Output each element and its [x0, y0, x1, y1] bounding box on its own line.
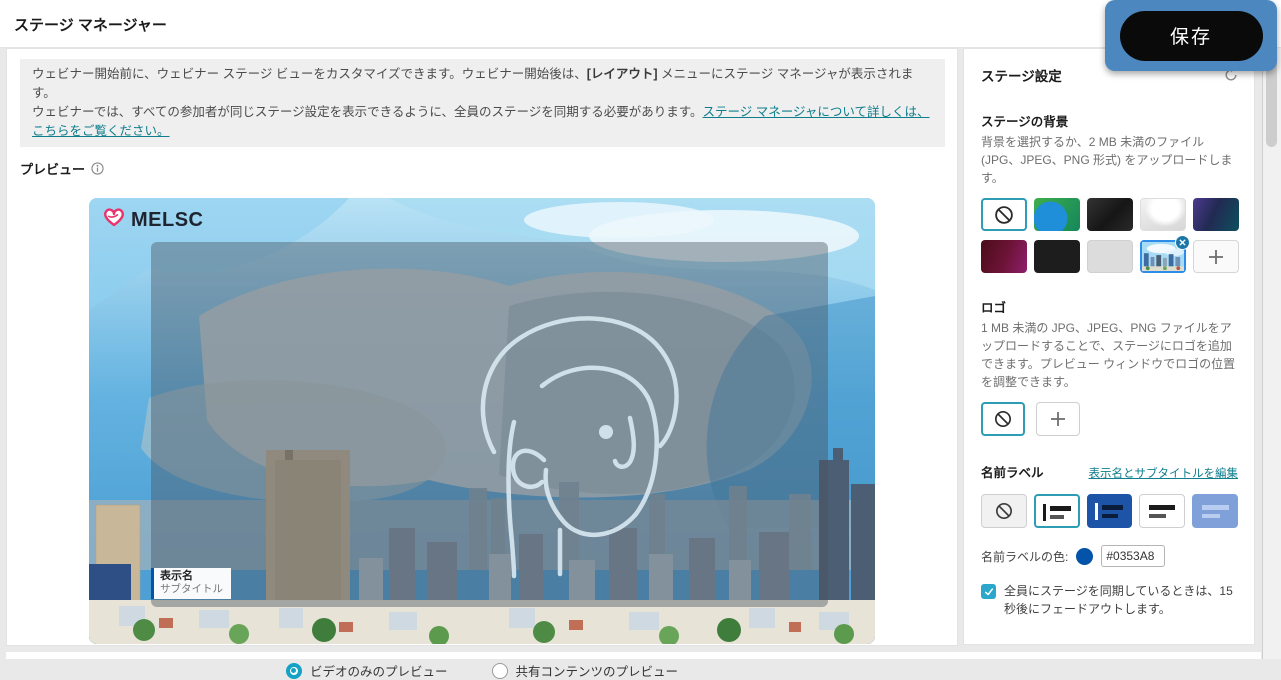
avatar-face-outline-icon [456, 294, 696, 584]
radio-video-only[interactable]: ビデオのみのプレビュー [286, 661, 448, 680]
none-icon [993, 204, 1015, 226]
background-description: 背景を選択するか、2 MB 未満のファイル (JPG、JPEG、PNG 形式) … [981, 133, 1238, 187]
display-name-text: 表示名 [160, 570, 223, 584]
plus-icon [1207, 248, 1225, 266]
name-label-heading: 名前ラベル [981, 462, 1044, 481]
subtitle-text: サブタイトル [160, 583, 223, 596]
name-label-styles [981, 494, 1238, 528]
banner-line-1: ウェビナー開始前に、ウェビナー ステージ ビューをカスタマイズできます。ウェビナ… [32, 65, 933, 103]
label-style-plain-bars[interactable] [1139, 494, 1185, 528]
vertical-scrollbar[interactable] [1262, 0, 1281, 659]
logo-options [981, 402, 1238, 436]
label-style-light-blue-filled[interactable] [1192, 494, 1238, 528]
close-icon [1179, 239, 1186, 246]
stage-manager-page: ステージ マネージャー 保存 ウェビナー開始前に、ウェビナー ステージ ビューを… [0, 0, 1281, 659]
label-style-light-left-bar-selected[interactable] [1034, 494, 1080, 528]
background-thumb-green-blue-gradient[interactable] [1034, 198, 1080, 231]
logo-none-button[interactable] [981, 402, 1025, 436]
remove-background-badge[interactable] [1175, 235, 1190, 250]
logo-upload-button[interactable] [1036, 402, 1080, 436]
save-button-highlight: 保存 [1105, 0, 1277, 71]
background-thumb-light-gray[interactable] [1087, 240, 1133, 273]
sync-checkbox-text: 全員にステージを同期しているときは、15 秒後にフェードアウトします。 [1004, 582, 1234, 618]
top-bar: ステージ マネージャー [0, 0, 1281, 48]
video-placeholder-area[interactable]: 表示名 サブタイトル [151, 242, 828, 607]
background-thumb-light-silk[interactable] [1140, 198, 1186, 231]
none-icon [993, 409, 1013, 429]
banner-line-2: ウェビナーでは、すべての参加者が同じステージ設定を表示できるように、全員のステー… [32, 103, 933, 141]
name-label-color-input[interactable] [1101, 545, 1165, 567]
label-style-none[interactable] [981, 494, 1027, 528]
preview-name-label[interactable]: 表示名 サブタイトル [151, 568, 231, 599]
name-label-header: 名前ラベル 表示名とサブタイトルを編集 [981, 462, 1238, 481]
radio-shared-content[interactable]: 共有コンテンツのプレビュー [492, 661, 679, 680]
stage-manager-main-card: ウェビナー開始前に、ウェビナー ステージ ビューをカスタマイズできます。ウェビナ… [6, 48, 958, 646]
info-icon[interactable] [91, 162, 104, 175]
background-thumb-city-photo-selected[interactable] [1140, 240, 1186, 273]
logo-heading: ロゴ [981, 297, 1238, 316]
label-style-blue-filled[interactable] [1087, 494, 1133, 528]
check-icon [984, 587, 994, 597]
plus-icon [1049, 410, 1067, 428]
background-upload-button[interactable] [1193, 240, 1239, 273]
preview-mode-radios: ビデオのみのプレビュー 共有コンテンツのプレビュー [7, 661, 957, 680]
panel-title: ステージ設定 [981, 65, 1062, 85]
background-thumbnails [981, 198, 1238, 273]
none-icon [994, 501, 1014, 521]
background-thumb-black[interactable] [1034, 240, 1080, 273]
sync-fadeout-row: 全員にステージを同期しているときは、15 秒後にフェードアウトします。 [981, 582, 1238, 618]
background-thumb-none[interactable] [981, 198, 1027, 231]
preview-heading: プレビュー [20, 159, 957, 178]
edit-display-name-link[interactable]: 表示名とサブタイトルを編集 [1089, 465, 1239, 481]
sync-checkbox-checked[interactable] [981, 584, 996, 599]
heart-logo-icon [101, 207, 127, 233]
stage-settings-panel: ステージ設定 ステージの背景 背景を選択するか、2 MB 未満のファイル (JP… [963, 48, 1255, 645]
radio-selected-icon[interactable] [286, 663, 302, 679]
background-thumb-dark-wave[interactable] [1087, 198, 1133, 231]
background-thumb-violet-teal-gradient[interactable] [1193, 198, 1239, 231]
info-banner: ウェビナー開始前に、ウェビナー ステージ ビューをカスタマイズできます。ウェビナ… [20, 59, 945, 147]
background-thumb-maroon-gradient[interactable] [981, 240, 1027, 273]
color-swatch[interactable] [1076, 548, 1093, 565]
name-label-color-row: 名前ラベルの色: [981, 545, 1238, 567]
name-label-color-label: 名前ラベルの色: [981, 548, 1068, 565]
next-section-strip [6, 652, 1261, 659]
save-button[interactable]: 保存 [1120, 11, 1263, 61]
stage-preview-window[interactable]: 表示名 サブタイトル MELSC [89, 198, 875, 644]
radio-unselected-icon[interactable] [492, 663, 508, 679]
logo-text: MELSC [131, 209, 204, 232]
stage-logo[interactable]: MELSC [101, 207, 204, 233]
page-title: ステージ マネージャー [14, 14, 167, 35]
logo-description: 1 MB 未満の JPG、JPEG、PNG ファイルをアップロードすることで、ス… [981, 319, 1238, 391]
background-heading: ステージの背景 [981, 111, 1238, 130]
